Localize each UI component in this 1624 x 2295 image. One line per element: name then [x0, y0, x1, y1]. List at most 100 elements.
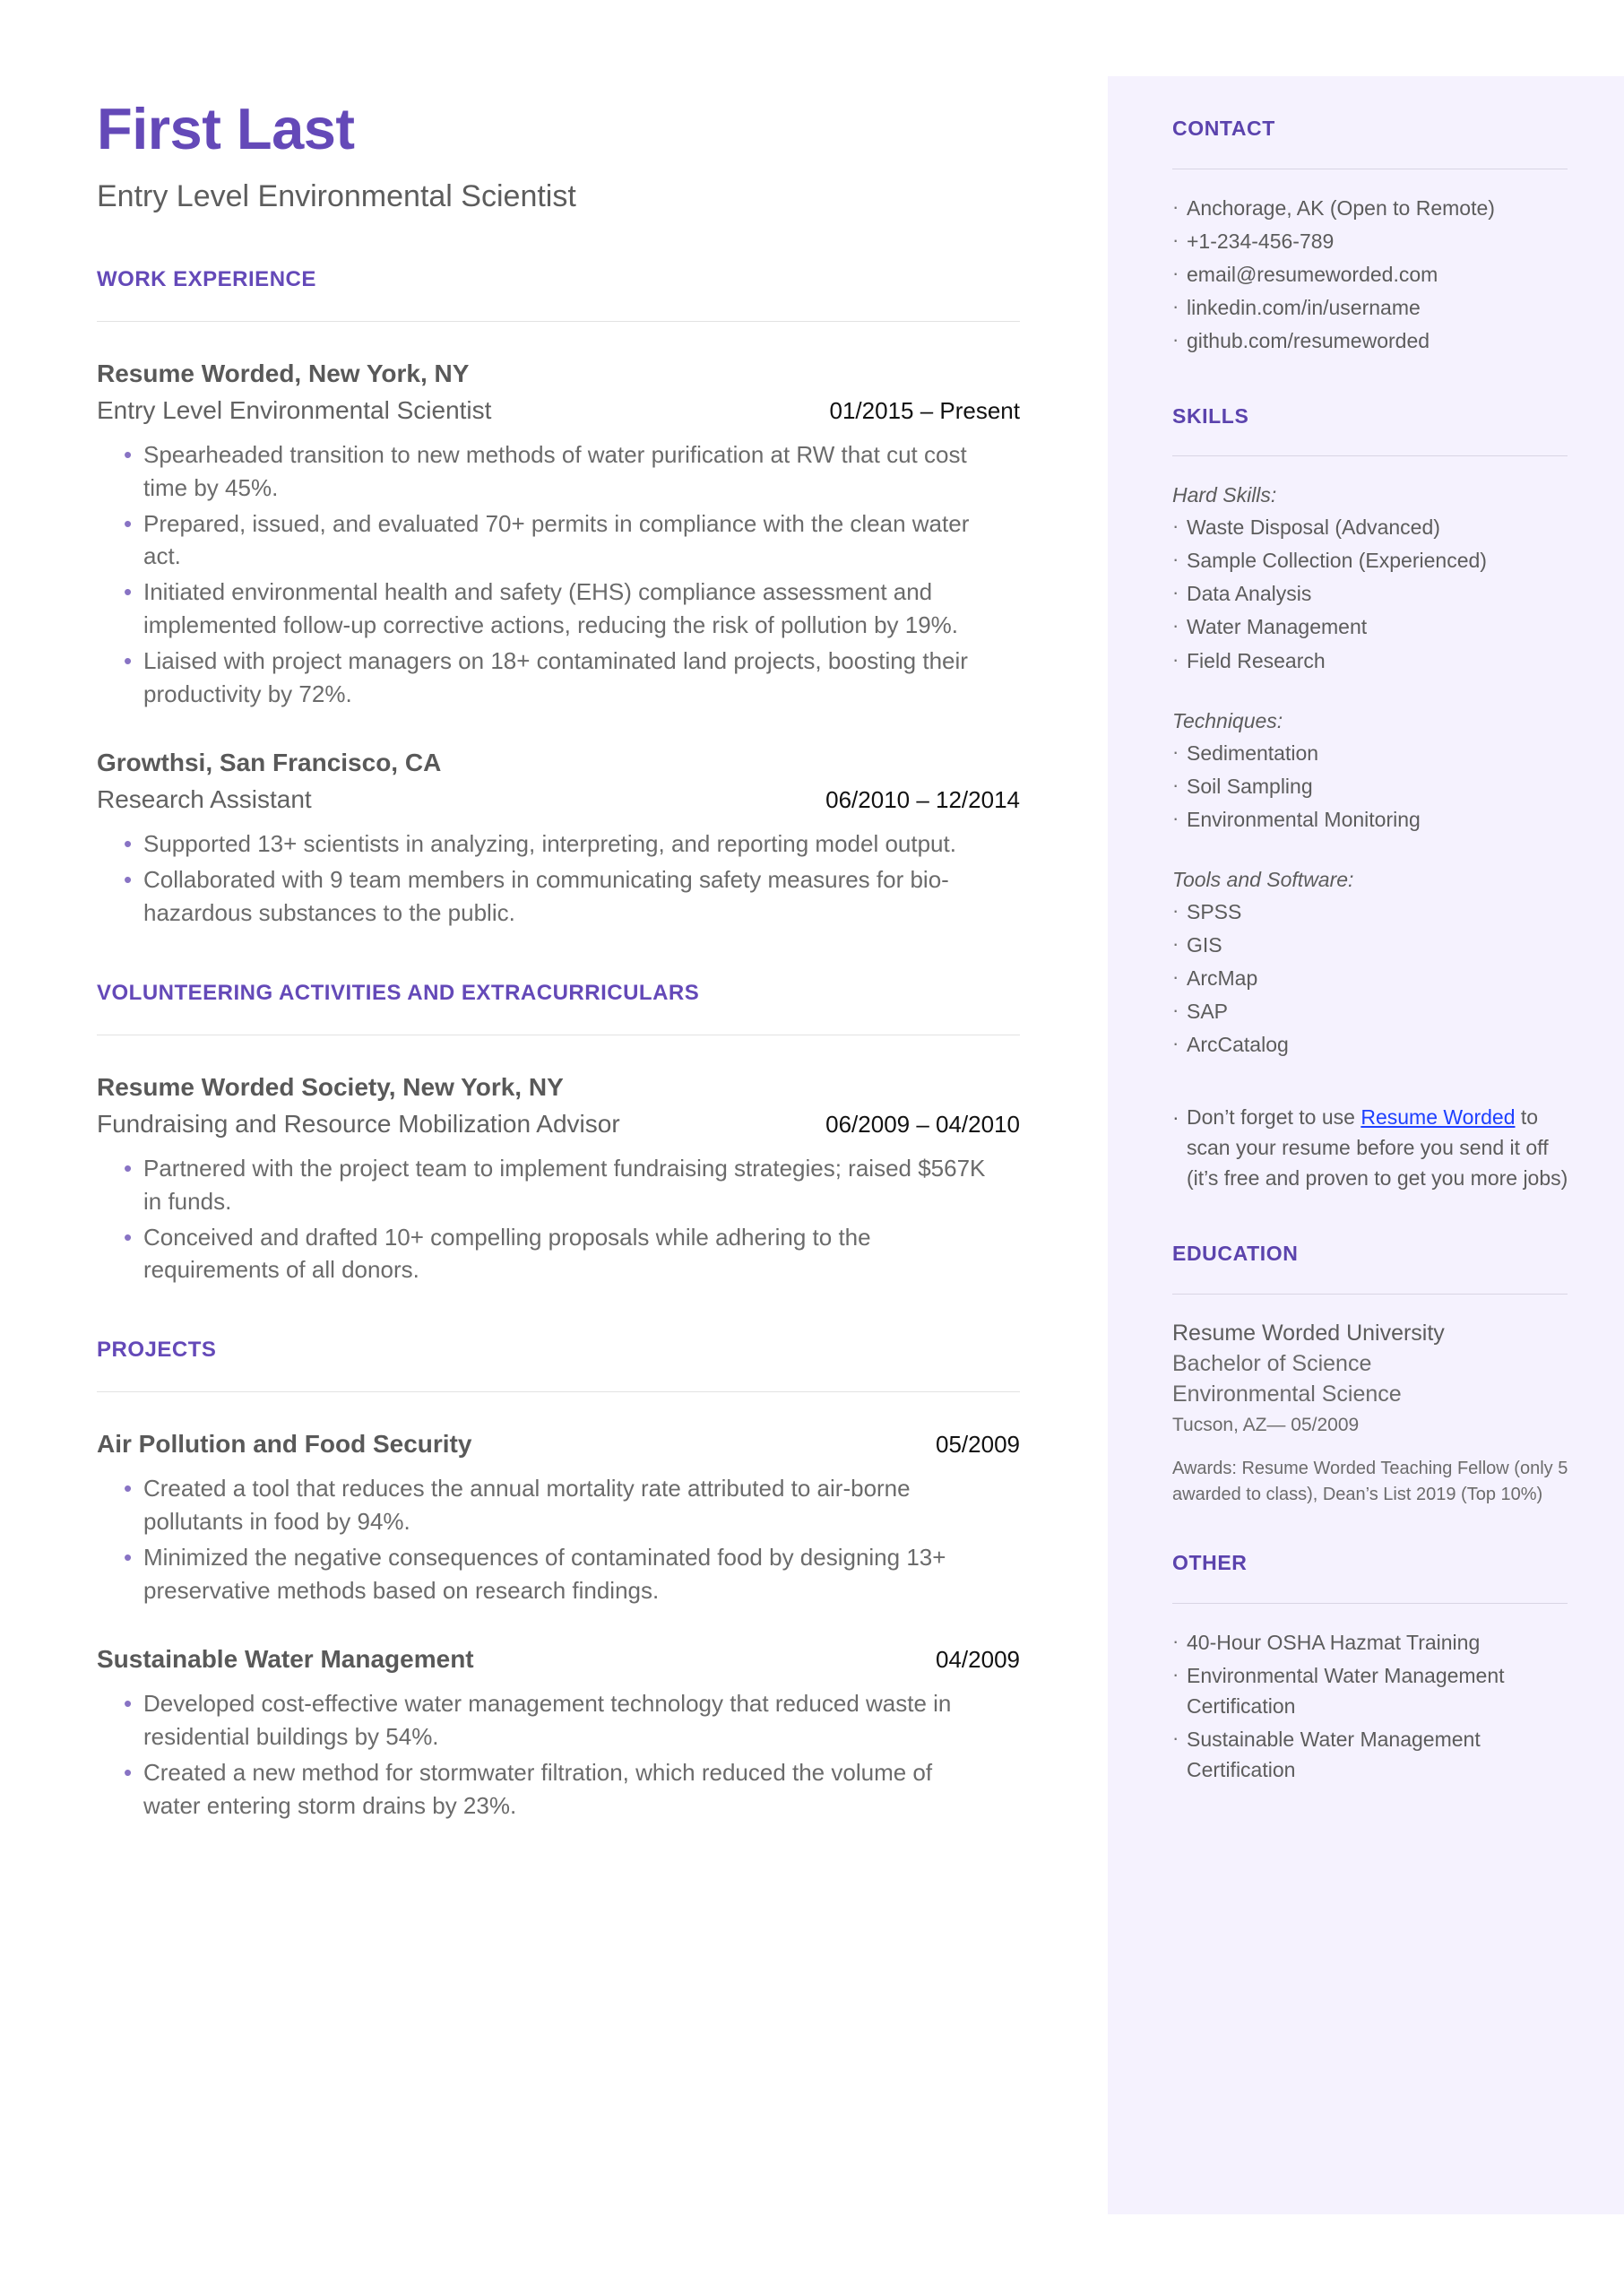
bullet-icon: •: [124, 1475, 133, 1503]
list-item: · SPSS: [1172, 896, 1575, 927]
list-item: · ArcCatalog: [1172, 1029, 1575, 1060]
bullet-icon: ·: [1172, 647, 1179, 671]
divider: [97, 320, 1020, 322]
project-entry: Air Pollution and Food Security 05/2009 …: [97, 1428, 1020, 1607]
bullet-icon: ·: [1172, 1662, 1179, 1685]
skills-group-label-hard: Hard Skills:: [1172, 483, 1277, 507]
sidebar-heading-other: OTHER: [1172, 1550, 1248, 1574]
work-role-row: Research Assistant 06/2010 – 12/2014: [97, 784, 1020, 815]
section-heading-volunteering: VOLUNTEERING ACTIVITIES AND EXTRACURRICU…: [97, 980, 700, 1005]
bullet-text: Supported 13+ scientists in analyzing, i…: [143, 830, 956, 857]
bullet-icon: ·: [1172, 294, 1179, 317]
bullet-icon: ·: [1172, 614, 1179, 637]
list-item: • Prepared, issued, and evaluated 70+ pe…: [97, 507, 1020, 574]
list-item: • Created a tool that reduces the annual…: [97, 1472, 1020, 1538]
bullet-icon: •: [124, 440, 133, 468]
skill-item: Sedimentation: [1187, 740, 1319, 765]
skill-item: Environmental Monitoring: [1187, 807, 1421, 831]
list-item: · email@resumeworded.com: [1172, 259, 1575, 290]
bullet-icon: ·: [1172, 931, 1179, 955]
skill-item: Soil Sampling: [1187, 774, 1313, 798]
list-item: · ArcMap: [1172, 963, 1575, 993]
divider: [97, 1391, 1020, 1393]
bullet-icon: •: [124, 1223, 133, 1251]
bullet-icon: •: [124, 647, 133, 675]
bullet-icon: •: [124, 1544, 133, 1572]
skill-item: Data Analysis: [1187, 582, 1312, 606]
work-entry: Growthsi, San Francisco, CA Research Ass…: [97, 747, 1020, 930]
volunteering-role-row: Fundraising and Resource Mobilization Ad…: [97, 1108, 1020, 1139]
skills-list-techniques: · Sedimentation · Soil Sampling · Enviro…: [1172, 738, 1575, 835]
bullet-text: Collaborated with 9 team members in comm…: [143, 865, 949, 926]
bullet-text: Created a new method for stormwater filt…: [143, 1758, 933, 1819]
bullet-text: Liaised with project managers on 18+ con…: [143, 647, 968, 708]
work-date: 06/2010 – 12/2014: [825, 786, 1020, 813]
bullet-icon: ·: [1172, 548, 1179, 571]
skill-item: ArcCatalog: [1187, 1032, 1289, 1056]
sidebar-section-skills: SKILLS Hard Skills: · Waste Disposal (Ad…: [1172, 404, 1575, 1193]
skill-item: SPSS: [1187, 899, 1242, 923]
sidebar: CONTACT · Anchorage, AK (Open to Remote)…: [1108, 76, 1624, 2214]
project-title: Air Pollution and Food Security: [97, 1430, 472, 1459]
volunteering-org: Resume Worded Society, New York, NY: [97, 1072, 564, 1101]
list-item: • Liaised with project managers on 18+ c…: [97, 645, 1020, 711]
skills-group-label-techniques: Techniques:: [1172, 708, 1283, 732]
skill-item: GIS: [1187, 932, 1222, 957]
list-item: · Anchorage, AK (Open to Remote): [1172, 193, 1575, 223]
list-item: · +1-234-456-789: [1172, 226, 1575, 256]
contact-github[interactable]: github.com/resumeworded: [1187, 325, 1575, 356]
list-item: · Water Management: [1172, 611, 1575, 642]
contact-linkedin[interactable]: linkedin.com/in/username: [1187, 292, 1575, 323]
education-degree: Bachelor of Science: [1172, 1350, 1372, 1376]
contact-phone: +1-234-456-789: [1187, 229, 1335, 253]
list-item: · Sustainable Water Management Certifica…: [1172, 1724, 1575, 1785]
skill-item: Water Management: [1187, 615, 1368, 639]
list-item: • Developed cost-effective water managem…: [97, 1687, 1020, 1754]
skills-group-label-tools: Tools and Software:: [1172, 867, 1354, 891]
list-item: · Sample Collection (Experienced): [1172, 545, 1575, 576]
work-role-row: Entry Level Environmental Scientist 01/2…: [97, 394, 1020, 426]
bullet-icon: ·: [1172, 1629, 1179, 1652]
work-bullets: • Spearheaded transition to new methods …: [97, 438, 1020, 711]
project-bullets: • Developed cost-effective water managem…: [97, 1687, 1020, 1823]
divider: [1172, 455, 1568, 457]
education-school: Resume Worded University: [1172, 1320, 1445, 1346]
contact-email[interactable]: email@resumeworded.com: [1187, 259, 1575, 290]
other-list: · 40-Hour OSHA Hazmat Training · Environ…: [1172, 1627, 1575, 1785]
bullet-text: Prepared, issued, and evaluated 70+ perm…: [143, 509, 970, 570]
volunteering-bullets: • Partnered with the project team to imp…: [97, 1152, 1020, 1287]
resume-worded-link[interactable]: Resume Worded: [1361, 1105, 1515, 1129]
project-date: 04/2009: [936, 1645, 1020, 1673]
list-item: · GIS: [1172, 930, 1575, 960]
bullet-icon: •: [124, 509, 133, 537]
volunteering-date: 06/2009 – 04/2010: [825, 1110, 1020, 1138]
bullet-text: Spearheaded transition to new methods of…: [143, 440, 967, 501]
list-item: • Collaborated with 9 team members in co…: [97, 863, 1020, 930]
sidebar-heading-contact: CONTACT: [1172, 117, 1275, 140]
volunteering-entry: Resume Worded Society, New York, NY Fund…: [97, 1071, 1020, 1287]
bullet-icon: ·: [1172, 228, 1179, 251]
note-body: Don’t forget to use Resume Worded to sca…: [1187, 1102, 1575, 1193]
divider: [1172, 1293, 1568, 1295]
list-item: • Initiated environmental health and saf…: [97, 576, 1020, 642]
resume-worded-note: · Don’t forget to use Resume Worded to s…: [1172, 1102, 1575, 1193]
skill-item: Sample Collection (Experienced): [1187, 549, 1487, 573]
divider: [1172, 1602, 1568, 1604]
list-item: • Spearheaded transition to new methods …: [97, 438, 1020, 505]
bullet-icon: ·: [1172, 998, 1179, 1021]
skill-item: ArcMap: [1187, 966, 1258, 990]
bullet-icon: •: [124, 1154, 133, 1182]
bullet-icon: ·: [1172, 965, 1179, 988]
list-item: · SAP: [1172, 996, 1575, 1026]
bullet-text: Initiated environmental health and safet…: [143, 578, 959, 639]
bullet-icon: ·: [1172, 515, 1179, 538]
section-heading-projects: PROJECTS: [97, 1338, 217, 1363]
work-role: Research Assistant: [97, 785, 312, 813]
work-entry: Resume Worded, New York, NY Entry Level …: [97, 358, 1020, 711]
list-item: • Created a new method for stormwater fi…: [97, 1756, 1020, 1823]
skill-item: SAP: [1187, 999, 1229, 1023]
list-item: · 40-Hour OSHA Hazmat Training: [1172, 1627, 1575, 1658]
bullet-text: Partnered with the project team to imple…: [143, 1154, 986, 1215]
